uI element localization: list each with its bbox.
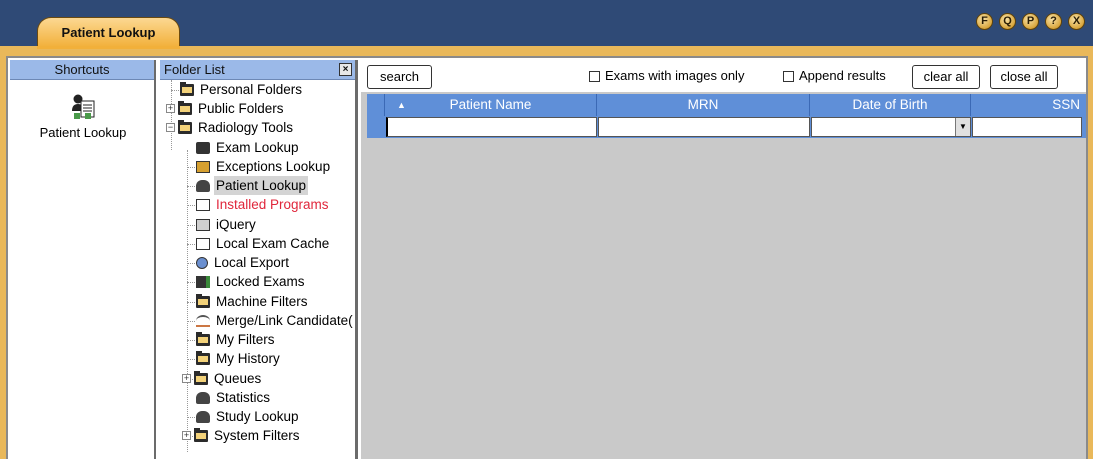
exceptions-lookup-icon [196, 160, 210, 173]
download-icon [196, 237, 210, 250]
folder-list-header: Folder List × [160, 60, 355, 80]
search-button[interactable]: search [367, 65, 432, 89]
tree-item-my-history[interactable]: My History [196, 349, 282, 368]
folder-icon [196, 293, 210, 308]
f-icon[interactable]: F [976, 13, 993, 30]
folder-icon [196, 331, 210, 346]
patient-lookup-panel: search Exams with images only Append res… [361, 60, 1086, 459]
shortcut-label: Patient Lookup [39, 125, 127, 140]
patient-lookup-icon [70, 93, 96, 121]
column-patient-name[interactable]: ▲ Patient Name [385, 94, 597, 116]
date-of-birth-filter-select[interactable]: ▼ [811, 117, 971, 137]
close-icon[interactable]: X [1068, 13, 1085, 30]
tree-item-installed-programs[interactable]: Installed Programs [196, 195, 331, 214]
patient-name-filter-input[interactable] [386, 117, 597, 137]
tree-item-merge-link-candidates[interactable]: Merge/Link Candidate( [196, 311, 355, 330]
folder-icon [196, 350, 210, 365]
tree-item-local-exam-cache[interactable]: Local Exam Cache [196, 234, 331, 253]
locked-exams-icon [196, 275, 210, 288]
column-date-of-birth[interactable]: Date of Birth [810, 94, 971, 116]
q-icon[interactable]: Q [999, 13, 1016, 30]
column-mrn[interactable]: MRN [597, 94, 810, 116]
grid-filter-row: ▼ [367, 116, 1086, 138]
filter-row-marker [367, 116, 386, 138]
append-results-checkbox[interactable]: Append results [783, 66, 886, 86]
tree-item-radiology-tools[interactable]: − Radiology Tools [166, 118, 295, 137]
close-folder-list-button[interactable]: × [339, 63, 352, 76]
folder-icon [180, 81, 194, 96]
merge-link-icon [196, 314, 210, 327]
tree-item-machine-filters[interactable]: Machine Filters [196, 292, 310, 311]
iquery-icon [196, 218, 210, 231]
column-ssn[interactable]: SSN [971, 94, 1086, 116]
tree-item-statistics[interactable]: Statistics [196, 388, 272, 407]
shortcut-patient-lookup[interactable]: Patient Lookup [10, 93, 156, 140]
tree-item-local-export[interactable]: Local Export [196, 253, 291, 272]
row-header-cell [367, 94, 385, 116]
tab-patient-lookup[interactable]: Patient Lookup [37, 17, 180, 49]
toolbar: search Exams with images only Append res… [361, 60, 1086, 92]
help-icon[interactable]: ? [1045, 13, 1062, 30]
tree-item-queues[interactable]: + Queues [182, 369, 263, 388]
study-lookup-icon [196, 410, 210, 423]
statistics-icon [196, 391, 210, 404]
exam-lookup-icon [196, 141, 210, 154]
download-icon [196, 198, 210, 211]
patient-lookup-icon [196, 179, 210, 192]
ssn-filter-input[interactable] [972, 117, 1082, 137]
clear-all-button[interactable]: clear all [912, 65, 980, 89]
sort-ascending-icon: ▲ [397, 100, 406, 110]
window-buttons: F Q P ? X [976, 13, 1085, 30]
folder-icon [194, 370, 208, 385]
folder-list-title: Folder List [164, 62, 225, 77]
globe-icon [196, 256, 208, 269]
tree-item-public-folders[interactable]: + Public Folders [166, 99, 286, 118]
tree-item-patient-lookup[interactable]: Patient Lookup [196, 176, 309, 195]
shortcuts-pane: Shortcuts Patient Lookup [10, 60, 156, 459]
tree-item-exam-lookup[interactable]: Exam Lookup [196, 138, 301, 157]
p-icon[interactable]: P [1022, 13, 1039, 30]
tree-item-my-filters[interactable]: My Filters [196, 330, 277, 349]
tree-item-locked-exams[interactable]: Locked Exams [196, 272, 307, 291]
mrn-filter-input[interactable] [598, 117, 810, 137]
chevron-down-icon[interactable]: ▼ [955, 118, 970, 136]
tree-item-system-filters[interactable]: + System Filters [182, 426, 302, 445]
checkbox-icon [783, 70, 794, 82]
tree-item-iquery[interactable]: iQuery [196, 215, 258, 234]
images-only-checkbox[interactable]: Exams with images only [589, 66, 744, 86]
grid-header: ▲ Patient Name MRN Date of Birth SSN [367, 94, 1086, 116]
expand-icon[interactable]: + [182, 431, 191, 440]
shortcuts-header: Shortcuts [10, 60, 154, 80]
tree-item-study-lookup[interactable]: Study Lookup [196, 407, 301, 426]
folder-icon [178, 100, 192, 115]
folder-list-pane: Folder List × Personal Folders + Public F… [160, 60, 358, 459]
folder-icon [194, 427, 208, 442]
collapse-icon[interactable]: − [166, 123, 175, 132]
close-all-button[interactable]: close all [990, 65, 1058, 89]
expand-icon[interactable]: + [182, 374, 191, 383]
checkbox-icon [589, 70, 600, 82]
folder-icon [178, 119, 192, 134]
title-bar: Patient Lookup F Q P ? X [0, 0, 1093, 49]
tree-item-exceptions-lookup[interactable]: Exceptions Lookup [196, 157, 332, 176]
expand-icon[interactable]: + [166, 104, 175, 113]
tree-item-personal-folders[interactable]: Personal Folders [180, 80, 304, 99]
